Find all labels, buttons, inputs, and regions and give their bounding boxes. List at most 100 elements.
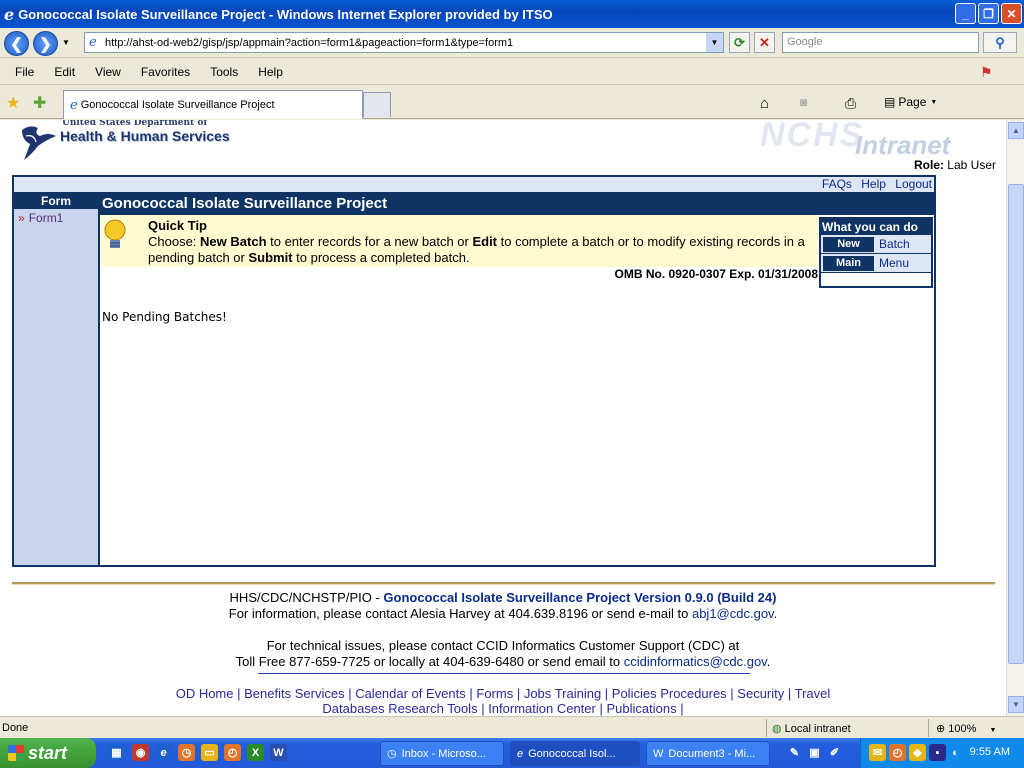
tray-app-icon[interactable]: ▣ [806, 744, 823, 761]
search-input[interactable]: Google [782, 32, 979, 53]
favorites-star-icon[interactable]: ★ [6, 93, 20, 113]
tray-tool-icon[interactable]: ✎ [786, 744, 803, 761]
add-favorites-icon[interactable]: ✚ [33, 93, 46, 113]
tip-edit: Edit [472, 234, 498, 249]
scroll-up-icon[interactable]: ▲ [1008, 122, 1024, 139]
outlook-icon: ◷ [387, 748, 397, 760]
top-nav: FAQs Help Logout [14, 177, 934, 193]
tab-current[interactable]: e Gonococcal Isolate Surveillance Projec… [63, 90, 363, 119]
refresh-button[interactable]: ⟳ [729, 32, 750, 53]
quicklaunch-ie-icon[interactable]: e [155, 744, 172, 761]
quicklaunch-word-icon[interactable]: W [270, 744, 287, 761]
chevron-down-icon: ▼ [989, 727, 997, 734]
footer-link-security[interactable]: Security [737, 686, 784, 701]
scrollbar-thumb[interactable] [1008, 184, 1024, 664]
minimize-button[interactable]: _ [955, 3, 976, 24]
page-title: Gonococcal Isolate Surveillance Project [100, 193, 934, 215]
footer-link-forms[interactable]: Forms [476, 686, 513, 701]
quicklaunch-desktop-icon[interactable]: ▦ [108, 744, 125, 761]
footer-link-od-home[interactable]: OD Home [176, 686, 234, 701]
footer-link-calendar[interactable]: Calendar of Events [355, 686, 466, 701]
address-bar[interactable]: e http://ahst-od-web2/gisp/jsp/appmain?a… [84, 32, 724, 53]
ie-logo-icon: e [4, 4, 15, 24]
new-batch-button[interactable]: New Batch [821, 235, 931, 254]
feeds-icon[interactable]: ◙ [800, 95, 807, 109]
zoom-value: 100% [948, 723, 977, 735]
help-link[interactable]: Help [861, 177, 886, 191]
scroll-down-icon[interactable]: ▼ [1008, 696, 1024, 713]
footer-link-benefits[interactable]: Benefits [244, 686, 291, 701]
menu-tools[interactable]: Tools [207, 63, 241, 81]
quicklaunch-outlook-icon[interactable]: ◷ [178, 744, 195, 761]
footer-link-procedures[interactable]: Procedures [660, 686, 726, 701]
footer-link-services[interactable]: Services [295, 686, 345, 701]
close-button[interactable]: ✕ [1001, 3, 1022, 24]
translate-icon[interactable]: ⚑ [980, 64, 993, 81]
task-ie[interactable]: e Gonococcal Isol... [510, 741, 640, 766]
footer-link-jobs[interactable]: Jobs [524, 686, 551, 701]
task-label: Document3 - Mi... [668, 747, 756, 760]
footer-link-information-center[interactable]: Information Center [488, 701, 596, 716]
menu-favorites[interactable]: Favorites [138, 63, 193, 81]
footer-link-policies[interactable]: Policies [612, 686, 657, 701]
menu-view[interactable]: View [92, 63, 124, 81]
nchs-watermark: NCHS [760, 120, 865, 154]
home-icon[interactable]: ⌂ [760, 95, 769, 112]
search-button[interactable]: ⚲ [983, 32, 1017, 53]
action-key: Main [823, 255, 874, 271]
security-tray-icon[interactable]: ▪ [929, 744, 946, 761]
role-indicator: Role: Lab User [914, 158, 996, 172]
task-document[interactable]: W Document3 - Mi... [646, 741, 770, 766]
main-menu-button[interactable]: Main Menu [821, 254, 931, 273]
left-nav-item-form1[interactable]: » Form1 [14, 209, 98, 225]
task-inbox[interactable]: ◷ Inbox - Microso... [380, 741, 504, 766]
footer-email-link[interactable]: abj1@cdc.gov [692, 606, 774, 621]
stop-button[interactable]: ✕ [754, 32, 775, 53]
mail-icon[interactable]: ✉ [869, 744, 886, 761]
task-label: Gonococcal Isol... [528, 747, 616, 760]
globe-icon: ◍ [772, 723, 782, 735]
menu-bar: File Edit View Favorites Tools Help ⚑ [0, 60, 1024, 85]
menu-file[interactable]: File [12, 63, 37, 81]
page-menu[interactable]: ▤ Page ▼ [884, 95, 937, 109]
forward-button[interactable]: ❯ [33, 31, 58, 56]
window-title-bar[interactable]: e Gonococcal Isolate Surveillance Projec… [0, 0, 1024, 28]
network-icon[interactable]: ◆ [909, 744, 926, 761]
footer-link-travel[interactable]: Travel [795, 686, 831, 701]
footer-support-email-link[interactable]: ccidinformatics@cdc.gov [624, 654, 767, 669]
menu-help[interactable]: Help [255, 63, 286, 81]
footer-link-research-tools[interactable]: Research Tools [388, 701, 477, 716]
footer-links-divider [258, 673, 750, 674]
tray-pen-icon[interactable]: ✐ [826, 744, 843, 761]
recent-pages-dropdown-icon[interactable]: ▼ [62, 38, 70, 47]
agency-name: Health & Human Services [60, 128, 230, 144]
maximize-button[interactable]: ❐ [978, 3, 999, 24]
action-key: New [823, 236, 874, 252]
print-icon[interactable]: ⎙ [845, 95, 856, 112]
footer-text: . [773, 606, 778, 621]
security-zone[interactable]: ◍ Local intranet [772, 722, 851, 735]
logout-link[interactable]: Logout [895, 177, 932, 191]
address-dropdown-icon[interactable]: ▼ [706, 33, 723, 52]
quicklaunch-folder-icon[interactable]: ▭ [201, 744, 218, 761]
footer-link-publications[interactable]: Publications [606, 701, 676, 716]
window-title: Gonococcal Isolate Surveillance Project … [18, 6, 553, 22]
new-tab-button[interactable] [363, 92, 391, 117]
taskbar: start ▦ ◉ e ◷ ▭ ◴ X W ◷ Inbox - Microso..… [0, 738, 1024, 768]
quicklaunch-clock-icon[interactable]: ◴ [224, 744, 241, 761]
faqs-link[interactable]: FAQs [822, 177, 852, 191]
footer-link-databases[interactable]: Databases [322, 701, 384, 716]
security-zone-label: Local intranet [784, 723, 851, 735]
zoom-level[interactable]: ⊕ 100% ▼ [936, 722, 996, 735]
quicklaunch-media-icon[interactable]: ◉ [132, 744, 149, 761]
system-tray: ✉ ◴ ◆ ▪ ◐ 9:55 AM [860, 738, 1024, 768]
footer-line-3: For technical issues, please contact CCI… [266, 638, 740, 653]
vertical-scrollbar[interactable]: ▲ ▼ [1006, 120, 1024, 716]
quicklaunch-excel-icon[interactable]: X [247, 744, 264, 761]
back-button[interactable]: ❮ [4, 31, 29, 56]
volume-icon[interactable]: ◐ [947, 744, 964, 761]
start-button[interactable]: start [0, 738, 96, 768]
menu-edit[interactable]: Edit [51, 63, 78, 81]
footer-link-training[interactable]: Training [555, 686, 601, 701]
reminder-icon[interactable]: ◴ [889, 744, 906, 761]
